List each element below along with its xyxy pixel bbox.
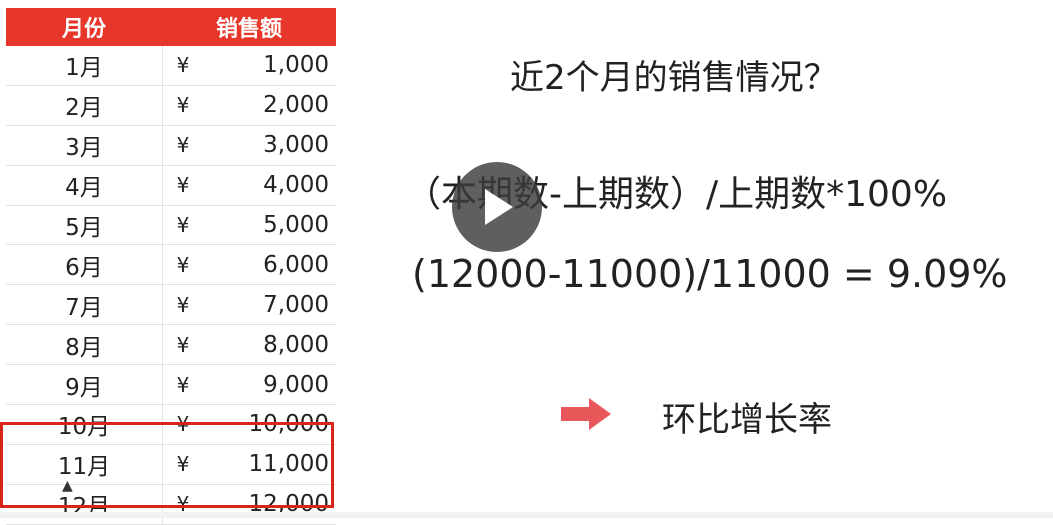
currency-cell: ¥ (176, 332, 190, 357)
month-cell: 1月 (6, 46, 163, 85)
currency-cell: ¥ (176, 53, 190, 78)
play-icon (485, 189, 513, 225)
table-row: 8月 ¥8,000 (6, 325, 336, 366)
table-row: 9月 ¥9,000 (6, 365, 336, 406)
currency-cell: ¥ (176, 292, 190, 317)
table-row: 4月 ¥4,000 (6, 165, 336, 206)
arrow-right-icon (561, 398, 611, 430)
amount-cell: 10,000 (248, 411, 329, 438)
amount-cell: 7,000 (263, 291, 329, 318)
table-row: 7月 ¥7,000 (6, 285, 336, 326)
table-body: 1月 ¥1,000 2月 ¥2,000 3月 ¥3,000 4月 ¥4,000 5月 ¥5,000… (6, 46, 336, 525)
currency-cell: ¥ (176, 452, 190, 477)
header-sales: 销售额 (215, 17, 282, 42)
bottom-strip (0, 512, 1053, 518)
amount-cell: 9,000 (263, 371, 329, 398)
amount-cell: 1,000 (263, 52, 329, 79)
table-row: 5月 ¥5,000 (6, 205, 336, 246)
currency-cell: ¥ (176, 252, 190, 277)
play-button[interactable] (452, 162, 542, 252)
table-row: 10月 ¥10,000 (6, 405, 336, 445)
amount-cell: 11,000 (248, 451, 329, 478)
amount-cell: 3,000 (263, 132, 329, 159)
table-row: 3月 ¥3,000 (6, 125, 336, 166)
amount-cell: 2,000 (263, 92, 329, 119)
currency-cell: ¥ (176, 133, 190, 158)
table-row: 11月 ¥11,000 (6, 444, 336, 485)
mouse-cursor-icon: ▲ (62, 478, 73, 494)
month-cell: 3月 (6, 125, 163, 165)
header-month: 月份 (61, 17, 106, 42)
table-row: 2月 ¥2,000 (6, 85, 336, 126)
month-cell: 10月 (6, 405, 163, 444)
month-cell: 4月 (6, 165, 163, 205)
sales-table: 月份 销售额 1月 ¥1,000 2月 ¥2,000 3月 ¥3,000 4月 ¥4,000 5… (6, 8, 336, 525)
amount-cell: 4,000 (263, 172, 329, 199)
currency-cell: ¥ (176, 412, 190, 437)
currency-cell: ¥ (176, 173, 190, 198)
table-header: 月份 销售额 (6, 8, 336, 46)
question-text: 近2个月的销售情况？ (510, 58, 838, 98)
month-cell: 2月 (6, 85, 163, 125)
month-cell: 9月 (6, 365, 163, 405)
currency-cell: ¥ (176, 93, 190, 118)
amount-cell: 8,000 (263, 331, 329, 358)
currency-cell: ¥ (176, 372, 190, 397)
table-row: 1月 ¥1,000 (6, 46, 336, 86)
amount-cell: 6,000 (263, 251, 329, 278)
calculation-text: (12000-11000)/11000 = 9.09% (412, 252, 1008, 296)
month-cell: 8月 (6, 325, 163, 365)
table-row: 12月 ¥12,000 (6, 484, 336, 525)
month-cell: 7月 (6, 285, 163, 325)
table-row: 6月 ¥6,000 (6, 245, 336, 286)
month-cell: 5月 (6, 205, 163, 245)
result-label: 环比增长率 (662, 400, 832, 440)
amount-cell: 5,000 (263, 212, 329, 238)
month-cell: 11月 (6, 444, 163, 484)
currency-cell: ¥ (176, 213, 190, 237)
month-cell: 6月 (6, 245, 163, 285)
